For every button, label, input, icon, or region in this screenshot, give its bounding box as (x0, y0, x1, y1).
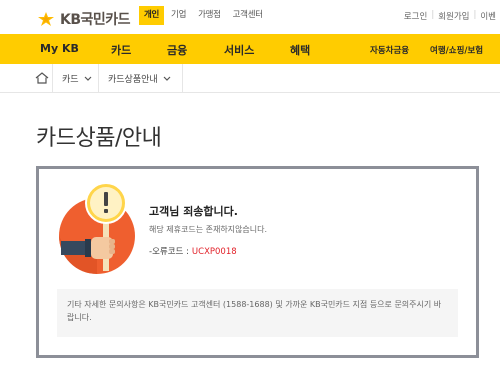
error-code-value: UCXP0018 (191, 247, 237, 257)
segment-tabs: 개인 기업 가맹점 고객센터 (139, 6, 270, 25)
segment-tab-personal[interactable]: 개인 (139, 6, 165, 25)
breadcrumb-divider (182, 64, 183, 93)
breadcrumb-item-card-products[interactable]: 카드상품안내 (108, 72, 171, 85)
breadcrumb: 카드 카드상품안내 (0, 64, 500, 93)
error-code-label: -오류코드 : (149, 247, 189, 257)
chevron-down-icon (163, 76, 171, 81)
error-description: 해당 제휴코드는 존재하지않습니다. (149, 225, 268, 234)
segment-tab-customer-center[interactable]: 고객센터 (228, 6, 268, 25)
nav-item-travel-shopping-insurance[interactable]: 여행/쇼핑/보험 (430, 44, 483, 56)
event-link[interactable]: 이벤 (476, 10, 500, 22)
error-title: 고객님 죄송합니다. (149, 205, 238, 218)
logo-text: KB국민카드 (60, 12, 131, 28)
contact-notice: 기타 자세한 문의사항은 KB국민카드 고객센터 (1588-1688) 및 가… (57, 289, 458, 337)
chevron-down-icon (84, 76, 91, 81)
breadcrumb-item-card[interactable]: 카드 (62, 72, 92, 85)
nav-item-auto-finance[interactable]: 자동차금융 (370, 44, 409, 56)
utility-links: 로그인 | 회원가입 | 이벤 (400, 10, 500, 22)
nav-item-service[interactable]: 서비스 (224, 42, 254, 58)
error-code-row: -오류코드 : UCXP0018 (149, 245, 237, 257)
kb-logo[interactable]: KB국민카드 (36, 9, 131, 29)
breadcrumb-divider (52, 64, 53, 93)
nav-item-mykb[interactable]: My KB (40, 42, 79, 55)
signup-link[interactable]: 회원가입 (434, 10, 473, 22)
top-utility-bar: KB국민카드 개인 기업 가맹점 고객센터 로그인 | 회원가입 | 이벤 (0, 0, 500, 34)
main-navigation: My KB 카드 금융 서비스 혜택 자동차금융 여행/쇼핑/보험 (0, 34, 500, 64)
login-link[interactable]: 로그인 (400, 10, 431, 22)
nav-item-finance[interactable]: 금융 (167, 42, 187, 58)
segment-tab-corporate[interactable]: 기업 (166, 6, 191, 25)
nav-item-card[interactable]: 카드 (111, 42, 131, 58)
kb-star-icon (38, 12, 54, 26)
warning-sign-hand-icon (59, 182, 135, 274)
home-icon[interactable] (35, 72, 49, 84)
breadcrumb-label: 카드 (62, 75, 79, 85)
nav-item-benefit[interactable]: 혜택 (290, 42, 310, 58)
page-title: 카드상품/안내 (36, 126, 162, 151)
breadcrumb-divider (98, 64, 99, 93)
segment-tab-merchant[interactable]: 가맹점 (193, 6, 226, 25)
breadcrumb-label: 카드상품안내 (108, 75, 158, 85)
error-message-box: 고객님 죄송합니다. 해당 제휴코드는 존재하지않습니다. -오류코드 : UCX… (36, 166, 479, 358)
